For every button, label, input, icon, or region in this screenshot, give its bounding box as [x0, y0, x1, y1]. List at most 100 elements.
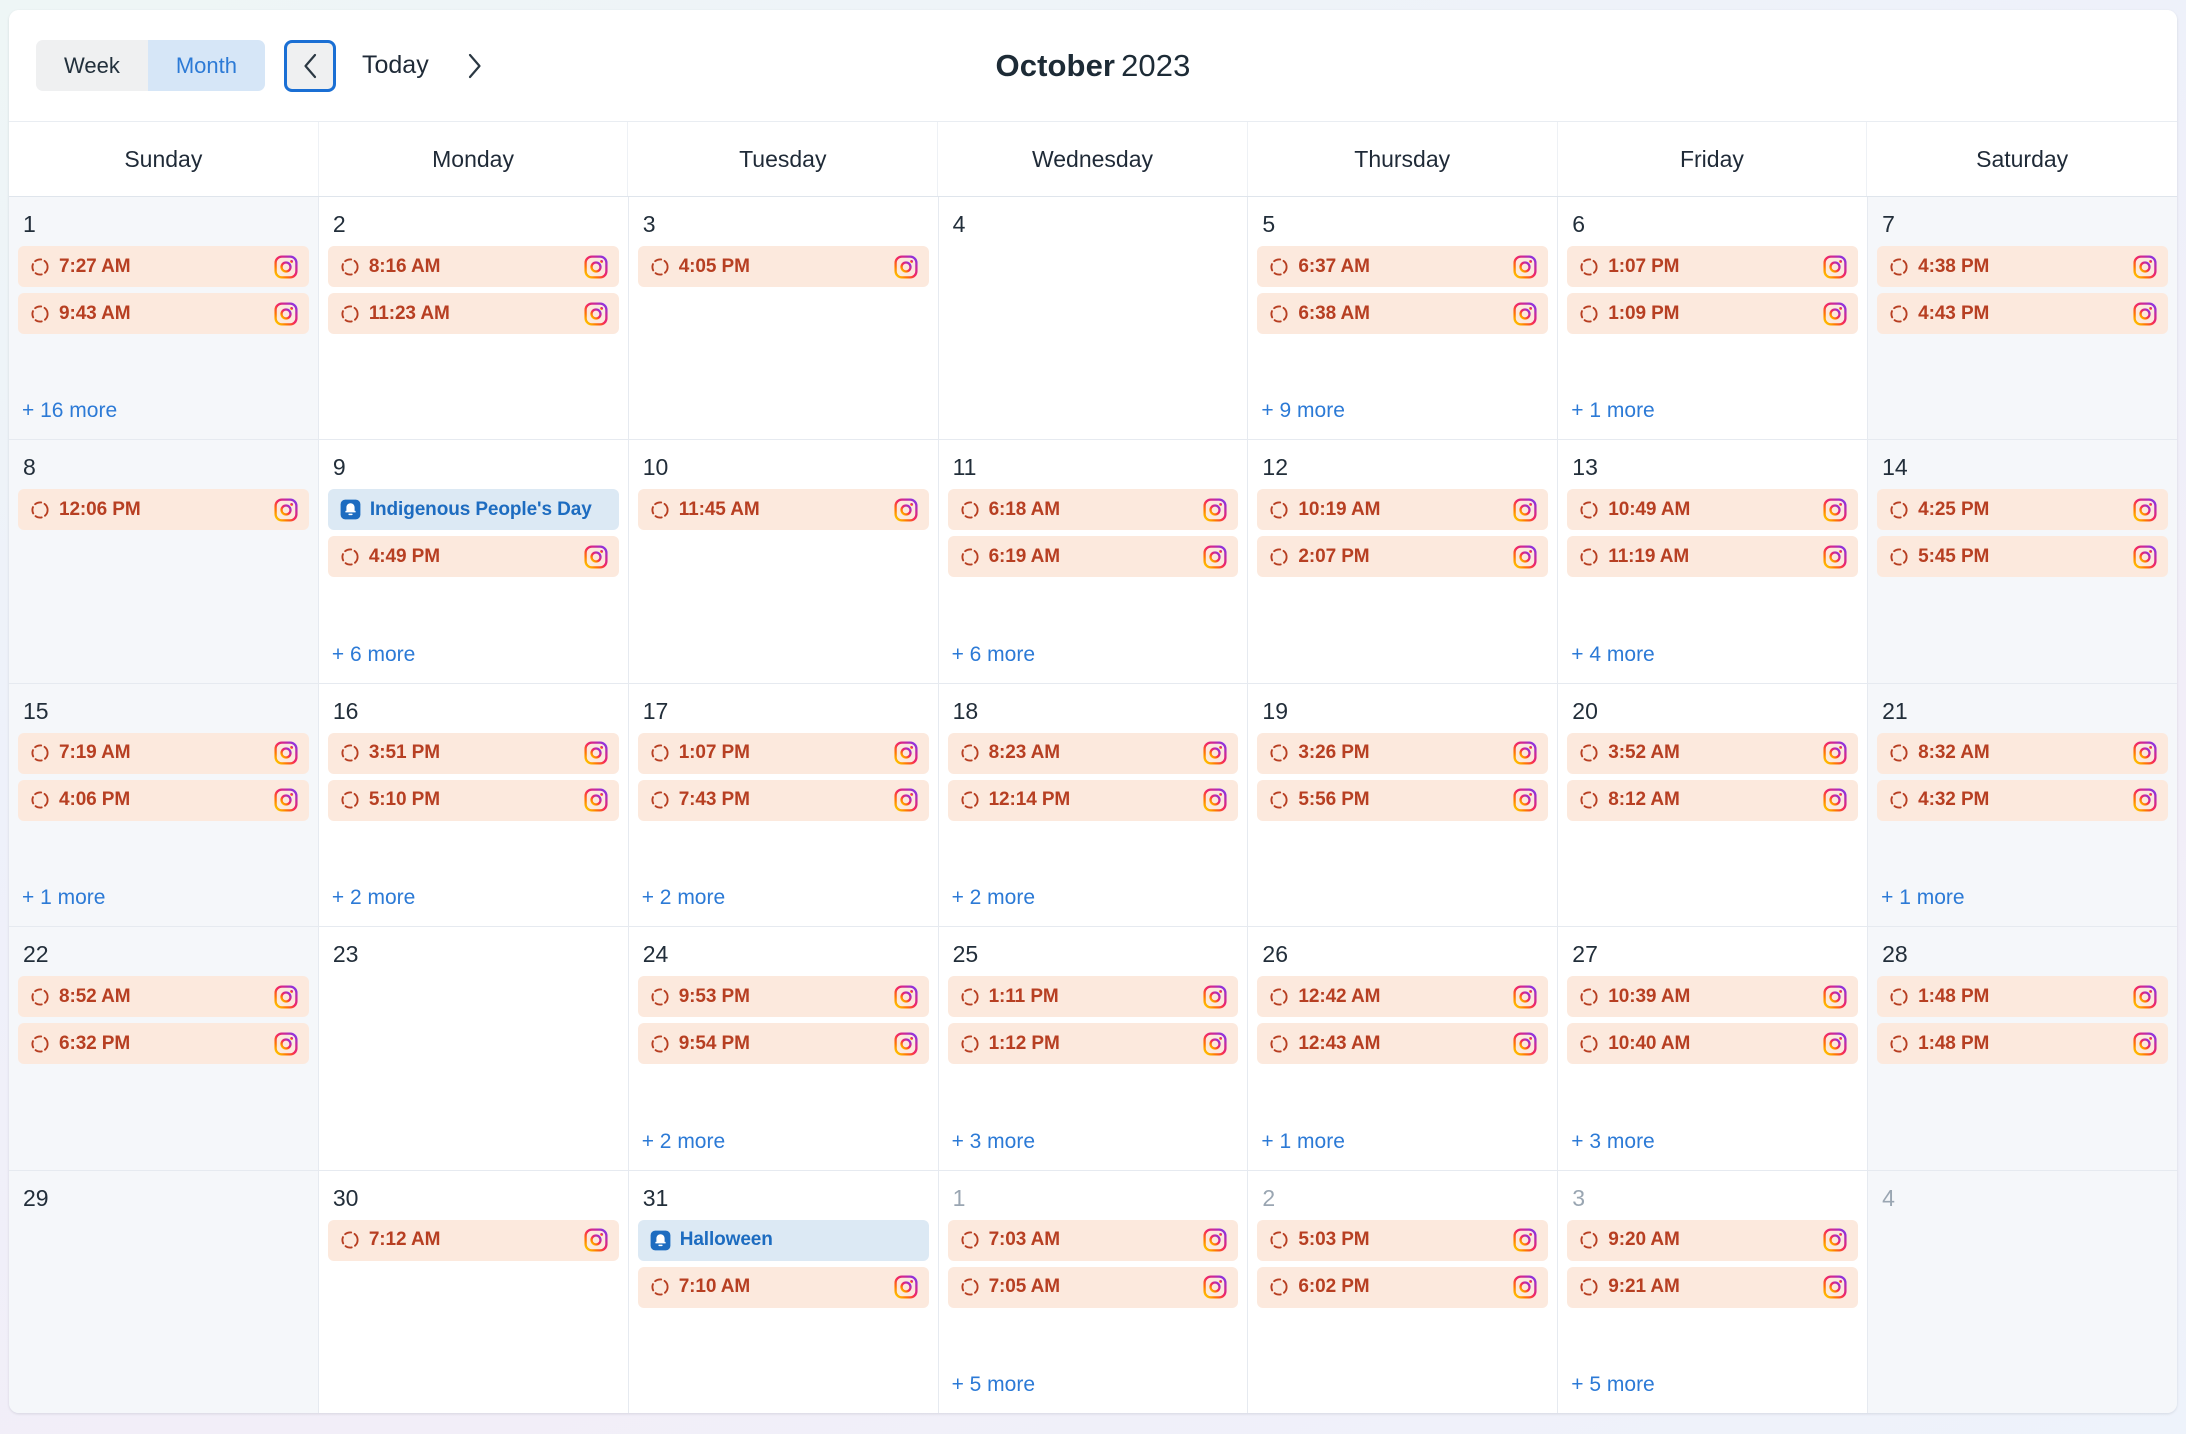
day-cell[interactable]: 3 9:20 AM 9:21 AM + 5 more [1558, 1170, 1868, 1413]
show-more-events-link[interactable]: + 6 more [319, 644, 628, 679]
day-cell[interactable]: 20 3:52 AM 8:12 AM [1558, 683, 1868, 927]
show-more-events-link[interactable]: + 3 more [939, 1131, 1248, 1166]
scheduled-post-event[interactable]: 10:49 AM [1567, 489, 1859, 531]
holiday-event[interactable]: Halloween [637, 1219, 929, 1261]
day-cell[interactable]: 15 7:19 AM 4:06 PM + 1 more [9, 683, 318, 927]
holiday-event[interactable]: Indigenous People's Day [327, 489, 619, 531]
scheduled-post-event[interactable]: 8:12 AM [1567, 779, 1859, 821]
day-cell[interactable]: 26 12:42 AM 12:43 AM + 1 more [1248, 927, 1558, 1170]
day-cell[interactable]: 27 10:39 AM 10:40 AM + 3 more [1558, 927, 1868, 1170]
scheduled-post-event[interactable]: 9:20 AM [1567, 1219, 1859, 1261]
scheduled-post-event[interactable]: 6:19 AM [947, 536, 1239, 578]
day-cell[interactable]: 2 8:16 AM 11:23 AM [318, 197, 628, 440]
scheduled-post-event[interactable]: 1:09 PM [1567, 293, 1859, 334]
show-more-events-link[interactable]: + 1 more [1558, 400, 1867, 435]
scheduled-post-event[interactable]: 12:06 PM [18, 489, 309, 531]
scheduled-post-event[interactable]: 6:38 AM [1257, 293, 1549, 334]
scheduled-post-event[interactable]: 5:56 PM [1257, 779, 1549, 821]
show-more-events-link[interactable]: + 5 more [1558, 1374, 1867, 1409]
scheduled-post-event[interactable]: 9:53 PM [637, 976, 929, 1018]
scheduled-post-event[interactable]: 7:19 AM [18, 732, 309, 774]
scheduled-post-event[interactable]: 2:07 PM [1257, 536, 1549, 578]
day-cell[interactable]: 4 [1868, 1170, 2177, 1413]
show-more-events-link[interactable]: + 6 more [939, 644, 1248, 679]
day-cell[interactable]: 21 8:32 AM 4:32 PM + 1 more [1868, 683, 2177, 927]
day-cell[interactable]: 17 1:07 PM 7:43 PM + 2 more [628, 683, 938, 927]
scheduled-post-event[interactable]: 1:48 PM [1877, 976, 2168, 1018]
show-more-events-link[interactable]: + 2 more [319, 887, 628, 922]
scheduled-post-event[interactable]: 5:45 PM [1877, 536, 2168, 578]
scheduled-post-event[interactable]: 3:26 PM [1257, 732, 1549, 774]
scheduled-post-event[interactable]: 6:32 PM [18, 1023, 309, 1065]
day-cell[interactable]: 16 3:51 PM 5:10 PM + 2 more [318, 683, 628, 927]
show-more-events-link[interactable]: + 16 more [9, 400, 318, 435]
day-cell[interactable]: 19 3:26 PM 5:56 PM [1248, 683, 1558, 927]
scheduled-post-event[interactable]: 1:11 PM [947, 976, 1239, 1018]
day-cell[interactable]: 4 [938, 197, 1248, 440]
day-cell[interactable]: 9 Indigenous People's Day 4:49 PM + 6 more [318, 440, 628, 683]
day-cell[interactable]: 2 5:03 PM 6:02 PM [1248, 1170, 1558, 1413]
scheduled-post-event[interactable]: 6:02 PM [1257, 1266, 1549, 1308]
scheduled-post-event[interactable]: 5:03 PM [1257, 1219, 1549, 1261]
scheduled-post-event[interactable]: 11:23 AM [327, 293, 619, 334]
scheduled-post-event[interactable]: 1:07 PM [637, 732, 929, 774]
view-mode-toggle[interactable]: Week Month [36, 40, 265, 91]
scheduled-post-event[interactable]: 4:05 PM [637, 246, 929, 287]
show-more-events-link[interactable]: + 3 more [1558, 1131, 1867, 1166]
scheduled-post-event[interactable]: 1:07 PM [1567, 246, 1859, 287]
day-cell[interactable]: 24 9:53 PM 9:54 PM + 2 more [628, 927, 938, 1170]
show-more-events-link[interactable]: + 2 more [629, 887, 938, 922]
scheduled-post-event[interactable]: 7:27 AM [18, 246, 309, 287]
show-more-events-link[interactable]: + 4 more [1558, 644, 1867, 679]
scheduled-post-event[interactable]: 4:32 PM [1877, 779, 2168, 821]
scheduled-post-event[interactable]: 3:52 AM [1567, 732, 1859, 774]
scheduled-post-event[interactable]: 8:16 AM [327, 246, 619, 287]
day-cell[interactable]: 18 8:23 AM 12:14 PM + 2 more [938, 683, 1248, 927]
scheduled-post-event[interactable]: 9:43 AM [18, 293, 309, 334]
today-button[interactable]: Today [358, 51, 433, 80]
scheduled-post-event[interactable]: 7:10 AM [637, 1266, 929, 1308]
scheduled-post-event[interactable]: 7:43 PM [637, 779, 929, 821]
scheduled-post-event[interactable]: 12:14 PM [947, 779, 1239, 821]
show-more-events-link[interactable]: + 2 more [629, 1131, 938, 1166]
show-more-events-link[interactable]: + 1 more [1248, 1131, 1557, 1166]
day-cell[interactable]: 1 7:03 AM 7:05 AM + 5 more [938, 1170, 1248, 1413]
scheduled-post-event[interactable]: 10:40 AM [1567, 1023, 1859, 1065]
show-more-events-link[interactable]: + 1 more [9, 887, 318, 922]
scheduled-post-event[interactable]: 6:18 AM [947, 489, 1239, 531]
day-cell[interactable]: 5 6:37 AM 6:38 AM + 9 more [1248, 197, 1558, 440]
day-cell[interactable]: 7 4:38 PM 4:43 PM [1868, 197, 2177, 440]
scheduled-post-event[interactable]: 9:21 AM [1567, 1266, 1859, 1308]
scheduled-post-event[interactable]: 1:12 PM [947, 1023, 1239, 1065]
day-cell[interactable]: 23 [318, 927, 628, 1170]
scheduled-post-event[interactable]: 8:32 AM [1877, 732, 2168, 774]
month-view-button[interactable]: Month [147, 40, 265, 91]
scheduled-post-event[interactable]: 4:25 PM [1877, 489, 2168, 531]
scheduled-post-event[interactable]: 4:49 PM [327, 536, 619, 578]
day-cell[interactable]: 31 Halloween 7:10 AM [628, 1170, 938, 1413]
scheduled-post-event[interactable]: 7:03 AM [947, 1219, 1239, 1261]
scheduled-post-event[interactable]: 8:23 AM [947, 732, 1239, 774]
day-cell[interactable]: 12 10:19 AM 2:07 PM [1248, 440, 1558, 683]
day-cell[interactable]: 3 4:05 PM [628, 197, 938, 440]
day-cell[interactable]: 13 10:49 AM 11:19 AM + 4 more [1558, 440, 1868, 683]
scheduled-post-event[interactable]: 4:43 PM [1877, 293, 2168, 334]
day-cell[interactable]: 22 8:52 AM 6:32 PM [9, 927, 318, 1170]
show-more-events-link[interactable]: + 9 more [1248, 400, 1557, 435]
scheduled-post-event[interactable]: 4:38 PM [1877, 246, 2168, 287]
day-cell[interactable]: 11 6:18 AM 6:19 AM + 6 more [938, 440, 1248, 683]
scheduled-post-event[interactable]: 3:51 PM [327, 732, 619, 774]
scheduled-post-event[interactable]: 6:37 AM [1257, 246, 1549, 287]
scheduled-post-event[interactable]: 10:39 AM [1567, 976, 1859, 1018]
scheduled-post-event[interactable]: 11:19 AM [1567, 536, 1859, 578]
scheduled-post-event[interactable]: 9:54 PM [637, 1023, 929, 1065]
scheduled-post-event[interactable]: 1:48 PM [1877, 1023, 2168, 1065]
scheduled-post-event[interactable]: 10:19 AM [1257, 489, 1549, 531]
scheduled-post-event[interactable]: 7:12 AM [327, 1219, 619, 1261]
week-view-button[interactable]: Week [36, 40, 148, 91]
day-cell[interactable]: 6 1:07 PM 1:09 PM + 1 more [1558, 197, 1868, 440]
previous-period-button[interactable] [284, 39, 336, 92]
day-cell[interactable]: 30 7:12 AM [318, 1170, 628, 1413]
day-cell[interactable]: 25 1:11 PM 1:12 PM + 3 more [938, 927, 1248, 1170]
day-cell[interactable]: 8 12:06 PM [9, 440, 318, 683]
